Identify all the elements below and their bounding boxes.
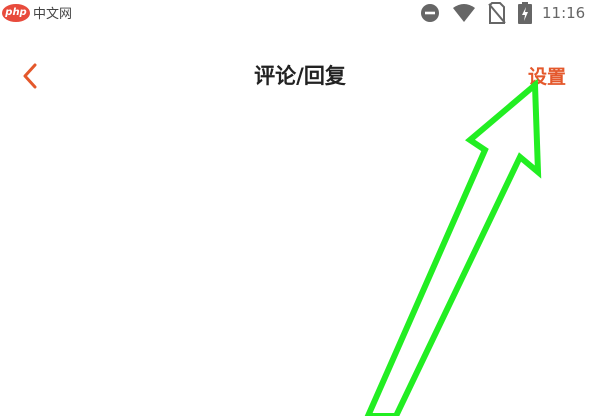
battery-charging-icon <box>518 2 532 24</box>
watermark-badge: php <box>2 3 30 22</box>
no-sim-icon <box>488 2 506 24</box>
watermark-site-name: 中文网 <box>33 7 73 22</box>
watermark-logo: php 中文网 <box>2 3 72 22</box>
status-time: 11:16 <box>542 4 586 22</box>
do-not-disturb-icon <box>420 3 440 23</box>
wifi-icon <box>452 3 476 23</box>
navigation-bar: 评论/回复 设置 <box>0 48 600 104</box>
status-bar: php 中文网 11:16 <box>0 0 600 26</box>
settings-button[interactable]: 设置 <box>528 62 566 89</box>
page-title: 评论/回复 <box>254 64 346 88</box>
status-icons: 11:16 <box>420 0 585 26</box>
